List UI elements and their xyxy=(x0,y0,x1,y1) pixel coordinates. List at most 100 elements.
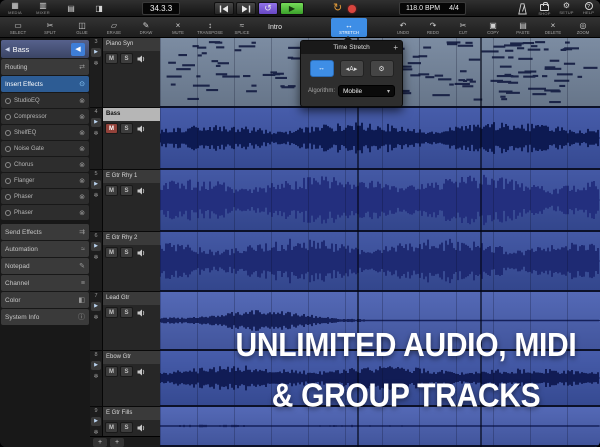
mute-button[interactable]: M xyxy=(105,185,118,196)
mute-button[interactable]: M xyxy=(105,307,118,318)
tool-copy[interactable]: ▣COPY xyxy=(478,17,508,38)
stretch-mode-button[interactable]: ↔ xyxy=(310,60,334,77)
setup-button[interactable]: ⚙ SETUP xyxy=(557,1,576,17)
freeze-icon[interactable]: ❄ xyxy=(93,60,98,67)
tool-undo[interactable]: ↶UNDO xyxy=(388,17,418,38)
insert-effect-slot[interactable]: Noise Gate⊗ xyxy=(1,141,89,156)
undo-button[interactable]: ↺ xyxy=(258,2,278,15)
freeze-icon[interactable]: ❄ xyxy=(93,314,98,321)
mute-button[interactable]: M xyxy=(105,422,118,433)
insert-effect-slot[interactable]: ShelfEQ⊗ xyxy=(1,125,89,140)
skip-to-start-button[interactable] xyxy=(214,2,234,15)
record-button[interactable] xyxy=(348,5,356,13)
insert-effect-slot[interactable]: Phaser⊗ xyxy=(1,205,89,220)
solo-button[interactable]: S xyxy=(120,53,133,64)
inspector-item-notepad[interactable]: Notepad✎ xyxy=(1,258,89,274)
routing-item[interactable]: Routing ⇄ xyxy=(1,59,89,75)
media-button[interactable]: ▦ MEDIA xyxy=(3,1,27,17)
track-header[interactable]: 4▶❄BassMS xyxy=(90,108,160,170)
freeze-icon[interactable]: ❄ xyxy=(93,254,98,261)
help-button[interactable]: ? HELP xyxy=(579,1,598,17)
freeze-icon[interactable]: ❄ xyxy=(93,373,98,380)
insert-effect-slot[interactable]: Chorus⊗ xyxy=(1,157,89,172)
track-name[interactable]: E Gtr Fills xyxy=(103,407,160,420)
metronome-button[interactable] xyxy=(513,1,532,17)
monitor-speaker-icon[interactable] xyxy=(137,309,146,317)
inspector-item-system-info[interactable]: System Infoⓘ xyxy=(1,309,89,325)
inspector-item-color[interactable]: Color◧ xyxy=(1,292,89,308)
loop-button[interactable]: ↻ xyxy=(333,3,342,14)
track-header[interactable]: 6▶❄E Gtr Rhy 2MS xyxy=(90,232,160,292)
track-expand-button[interactable]: ▶ xyxy=(91,302,101,311)
audio-region[interactable] xyxy=(160,232,600,292)
tool-cut[interactable]: ✂CUT xyxy=(448,17,478,38)
solo-button[interactable]: S xyxy=(120,185,133,196)
keys-button[interactable]: ▤ xyxy=(59,1,83,17)
tool-paste[interactable]: ▤PASTE xyxy=(508,17,538,38)
play-button[interactable]: ▶ xyxy=(280,2,304,15)
track-header[interactable]: 3▶❄Piano SynMS xyxy=(90,38,160,108)
mute-button[interactable]: M xyxy=(105,247,118,258)
popup-add-button[interactable]: + xyxy=(393,43,398,52)
insert-effect-slot[interactable]: Phaser⊗ xyxy=(1,189,89,204)
track-header[interactable]: 5▶❄E Gtr Rhy 1MS xyxy=(90,170,160,232)
inspector-collapse-button[interactable]: ◀ xyxy=(71,43,85,56)
monitor-speaker-icon[interactable] xyxy=(137,249,146,257)
track-expand-button[interactable]: ▶ xyxy=(91,242,101,251)
mute-button[interactable]: M xyxy=(105,123,118,134)
mute-button[interactable]: M xyxy=(105,366,118,377)
audio-region[interactable] xyxy=(160,108,600,170)
skip-to-end-button[interactable] xyxy=(236,2,256,15)
tool-erase[interactable]: ▱ERASE xyxy=(98,17,130,38)
track-name[interactable]: E Gtr Rhy 2 xyxy=(103,232,160,245)
monitor-speaker-icon[interactable] xyxy=(137,55,146,63)
track-name[interactable]: Lead Gtr xyxy=(103,292,160,305)
track-name[interactable]: Ebow Gtr xyxy=(103,351,160,364)
tool-transpose[interactable]: ↕TRANSPOSE xyxy=(194,17,226,38)
inspector-item-send-effects[interactable]: Send Effects⇉ xyxy=(1,224,89,240)
tool-glue[interactable]: ◫GLUE xyxy=(66,17,98,38)
stretch-options-button[interactable]: ⚙ xyxy=(370,60,394,77)
inspector-item-channel[interactable]: Channel≡ xyxy=(1,275,89,291)
track-name[interactable]: E Gtr Rhy 1 xyxy=(103,170,160,183)
freeze-icon[interactable]: ❄ xyxy=(93,130,98,137)
track-header[interactable]: 8▶❄Ebow GtrMS xyxy=(90,351,160,407)
monitor-speaker-icon[interactable] xyxy=(137,187,146,195)
tool-draw[interactable]: ✎DRAW xyxy=(130,17,162,38)
solo-button[interactable]: S xyxy=(120,307,133,318)
shop-button[interactable]: SHOP xyxy=(535,1,554,17)
pitch-mode-button[interactable]: ◂A▸ xyxy=(340,60,364,77)
inspector-header[interactable]: ◀ Bass ◀ xyxy=(1,40,89,58)
inspector-item-automation[interactable]: Automation≈ xyxy=(1,241,89,257)
tool-redo[interactable]: ↷REDO xyxy=(418,17,448,38)
add-track-button-2[interactable]: + xyxy=(110,438,124,447)
tool-splice[interactable]: ≈SPLICE xyxy=(226,17,258,38)
solo-button[interactable]: S xyxy=(120,247,133,258)
freeze-icon[interactable]: ❄ xyxy=(93,429,98,436)
track-expand-button[interactable]: ▶ xyxy=(91,48,101,57)
monitor-speaker-icon[interactable] xyxy=(137,125,146,133)
tool-zoom[interactable]: ◎ZOOM xyxy=(568,17,598,38)
track-expand-button[interactable]: ▶ xyxy=(91,417,101,426)
tool-stretch[interactable]: ↔ STRETCH xyxy=(331,18,367,37)
audio-region[interactable] xyxy=(160,170,600,232)
tool-select[interactable]: ▭SELECT xyxy=(2,17,34,38)
monitor-speaker-icon[interactable] xyxy=(137,424,146,432)
monitor-speaker-icon[interactable] xyxy=(137,368,146,376)
insert-effect-slot[interactable]: Compressor⊗ xyxy=(1,109,89,124)
track-expand-button[interactable]: ▶ xyxy=(91,118,101,127)
insert-effect-slot[interactable]: StudioEQ⊗ xyxy=(1,93,89,108)
track-name[interactable]: Bass xyxy=(103,108,160,121)
insert-effects-item[interactable]: Insert Effects ⊙ xyxy=(1,76,89,92)
track-header[interactable]: 7▶❄Lead GtrMS xyxy=(90,292,160,351)
inspector-toggle-button[interactable]: ◨ xyxy=(87,1,111,17)
solo-button[interactable]: S xyxy=(120,123,133,134)
tool-delete[interactable]: ×DELETE xyxy=(538,17,568,38)
mute-button[interactable]: M xyxy=(105,53,118,64)
tool-split[interactable]: ✂SPLIT xyxy=(34,17,66,38)
add-track-button[interactable]: + xyxy=(93,438,107,447)
tempo-display[interactable]: 118.0 BPM 4/4 xyxy=(399,2,466,15)
solo-button[interactable]: S xyxy=(120,366,133,377)
track-name[interactable]: Piano Syn xyxy=(103,38,160,51)
algorithm-dropdown[interactable]: Mobile ▾ xyxy=(338,85,395,97)
